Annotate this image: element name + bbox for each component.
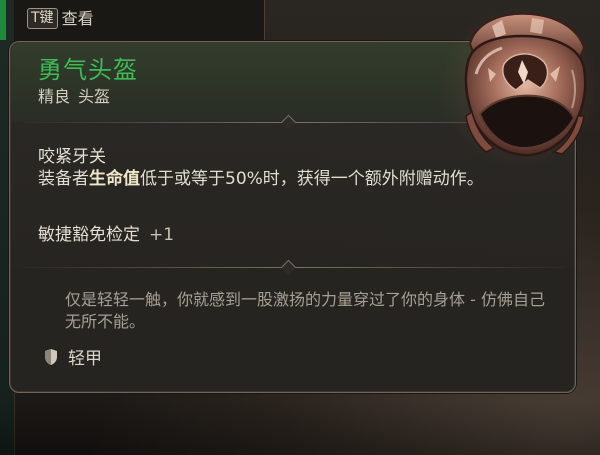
- passive-desc-before: 装备者: [38, 169, 89, 189]
- background-shadow: [0, 400, 600, 455]
- item-subtitle: 精良 头盔: [38, 87, 110, 107]
- key-hint[interactable]: T键 查看: [27, 8, 94, 29]
- selection-marker: [0, 0, 6, 40]
- key-badge[interactable]: T键: [27, 8, 58, 29]
- item-name: 勇气头盔: [38, 56, 138, 84]
- stat-line: 敏捷豁免检定 +1: [38, 224, 174, 246]
- armor-type-label: 轻甲: [68, 349, 102, 369]
- helmet-icon: [432, 4, 600, 172]
- armor-type-row: 轻甲: [44, 348, 102, 370]
- key-hint-action: 查看: [61, 8, 94, 28]
- passive-title: 咬紧牙关: [38, 147, 106, 167]
- item-type: 头盔: [78, 87, 111, 106]
- stat-label: 敏捷豁免检定: [38, 225, 140, 245]
- flavor-text: 仅是轻轻一触，你就感到一股激扬的力量穿过了你的身体 - 仿佛自己无所不能。: [65, 290, 545, 331]
- shield-icon: [44, 348, 58, 370]
- item-rarity: 精良: [38, 87, 71, 106]
- stat-bonus: +1: [149, 225, 175, 245]
- passive-desc-highlight: 生命值: [89, 169, 140, 189]
